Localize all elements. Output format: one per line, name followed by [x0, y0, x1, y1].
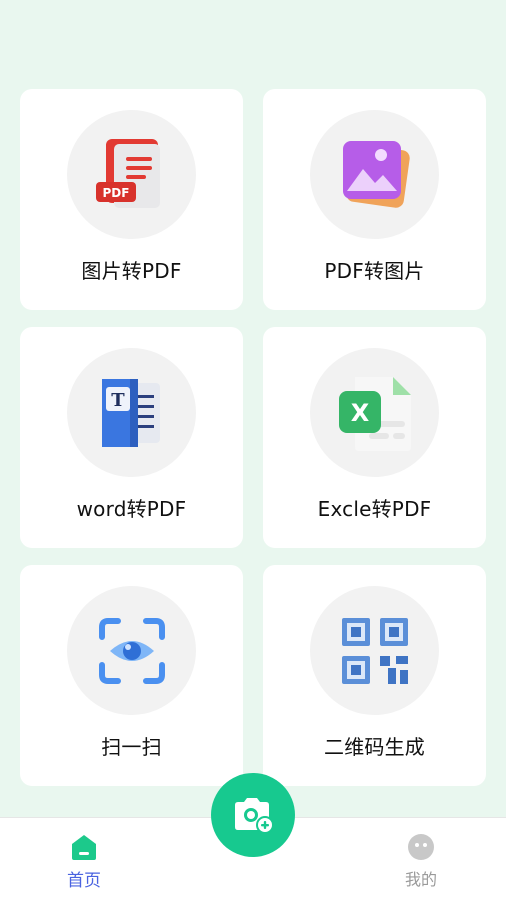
word-badge-text: T — [111, 390, 125, 411]
tool-label: PDF转图片 — [324, 259, 425, 283]
tool-card-word-to-pdf[interactable]: T word转PDF — [20, 327, 243, 548]
nav-home[interactable]: 首页 — [44, 832, 124, 891]
tool-label: 扫一扫 — [101, 735, 162, 759]
scan-eye-icon — [98, 617, 165, 684]
tool-label: 二维码生成 — [324, 735, 425, 759]
camera-add-icon — [235, 798, 274, 834]
tool-card-pdf-to-image[interactable]: PDF转图片 — [263, 89, 486, 310]
tool-card-excel-to-pdf[interactable]: X Excle转PDF — [263, 327, 486, 548]
tool-card-qr-generate[interactable]: 二维码生成 — [263, 565, 486, 786]
image-to-pdf-icon: PDF — [95, 138, 160, 208]
camera-fab-button[interactable] — [211, 773, 295, 857]
tool-label: word转PDF — [76, 497, 187, 521]
icon-circle — [310, 586, 439, 715]
smiley-face-icon — [408, 834, 434, 860]
tool-label: 图片转PDF — [81, 259, 182, 283]
icon-circle: PDF — [67, 110, 196, 239]
icon-circle — [310, 110, 439, 239]
icon-circle: T — [67, 348, 196, 477]
pdf-to-image-icon — [342, 140, 410, 208]
tools-grid: PDF 图片转PDF PDF转图片 T word转PDF X Excle转PDF… — [20, 89, 486, 786]
nav-home-label: 首页 — [67, 871, 101, 891]
nav-mine-label: 我的 — [404, 870, 437, 889]
excel-to-pdf-icon: X — [338, 376, 411, 451]
tool-label: Excle转PDF — [317, 497, 432, 521]
excel-badge-text: X — [350, 399, 369, 427]
nav-mine[interactable]: 我的 — [381, 832, 461, 890]
icon-circle: X — [310, 348, 439, 477]
qr-code-icon — [341, 617, 408, 684]
pdf-badge-text: PDF — [102, 186, 129, 200]
home-icon — [72, 835, 96, 860]
tool-card-scan[interactable]: 扫一扫 — [20, 565, 243, 786]
icon-circle — [67, 586, 196, 715]
tool-card-image-to-pdf[interactable]: PDF 图片转PDF — [20, 89, 243, 310]
word-to-pdf-icon: T — [101, 378, 160, 447]
